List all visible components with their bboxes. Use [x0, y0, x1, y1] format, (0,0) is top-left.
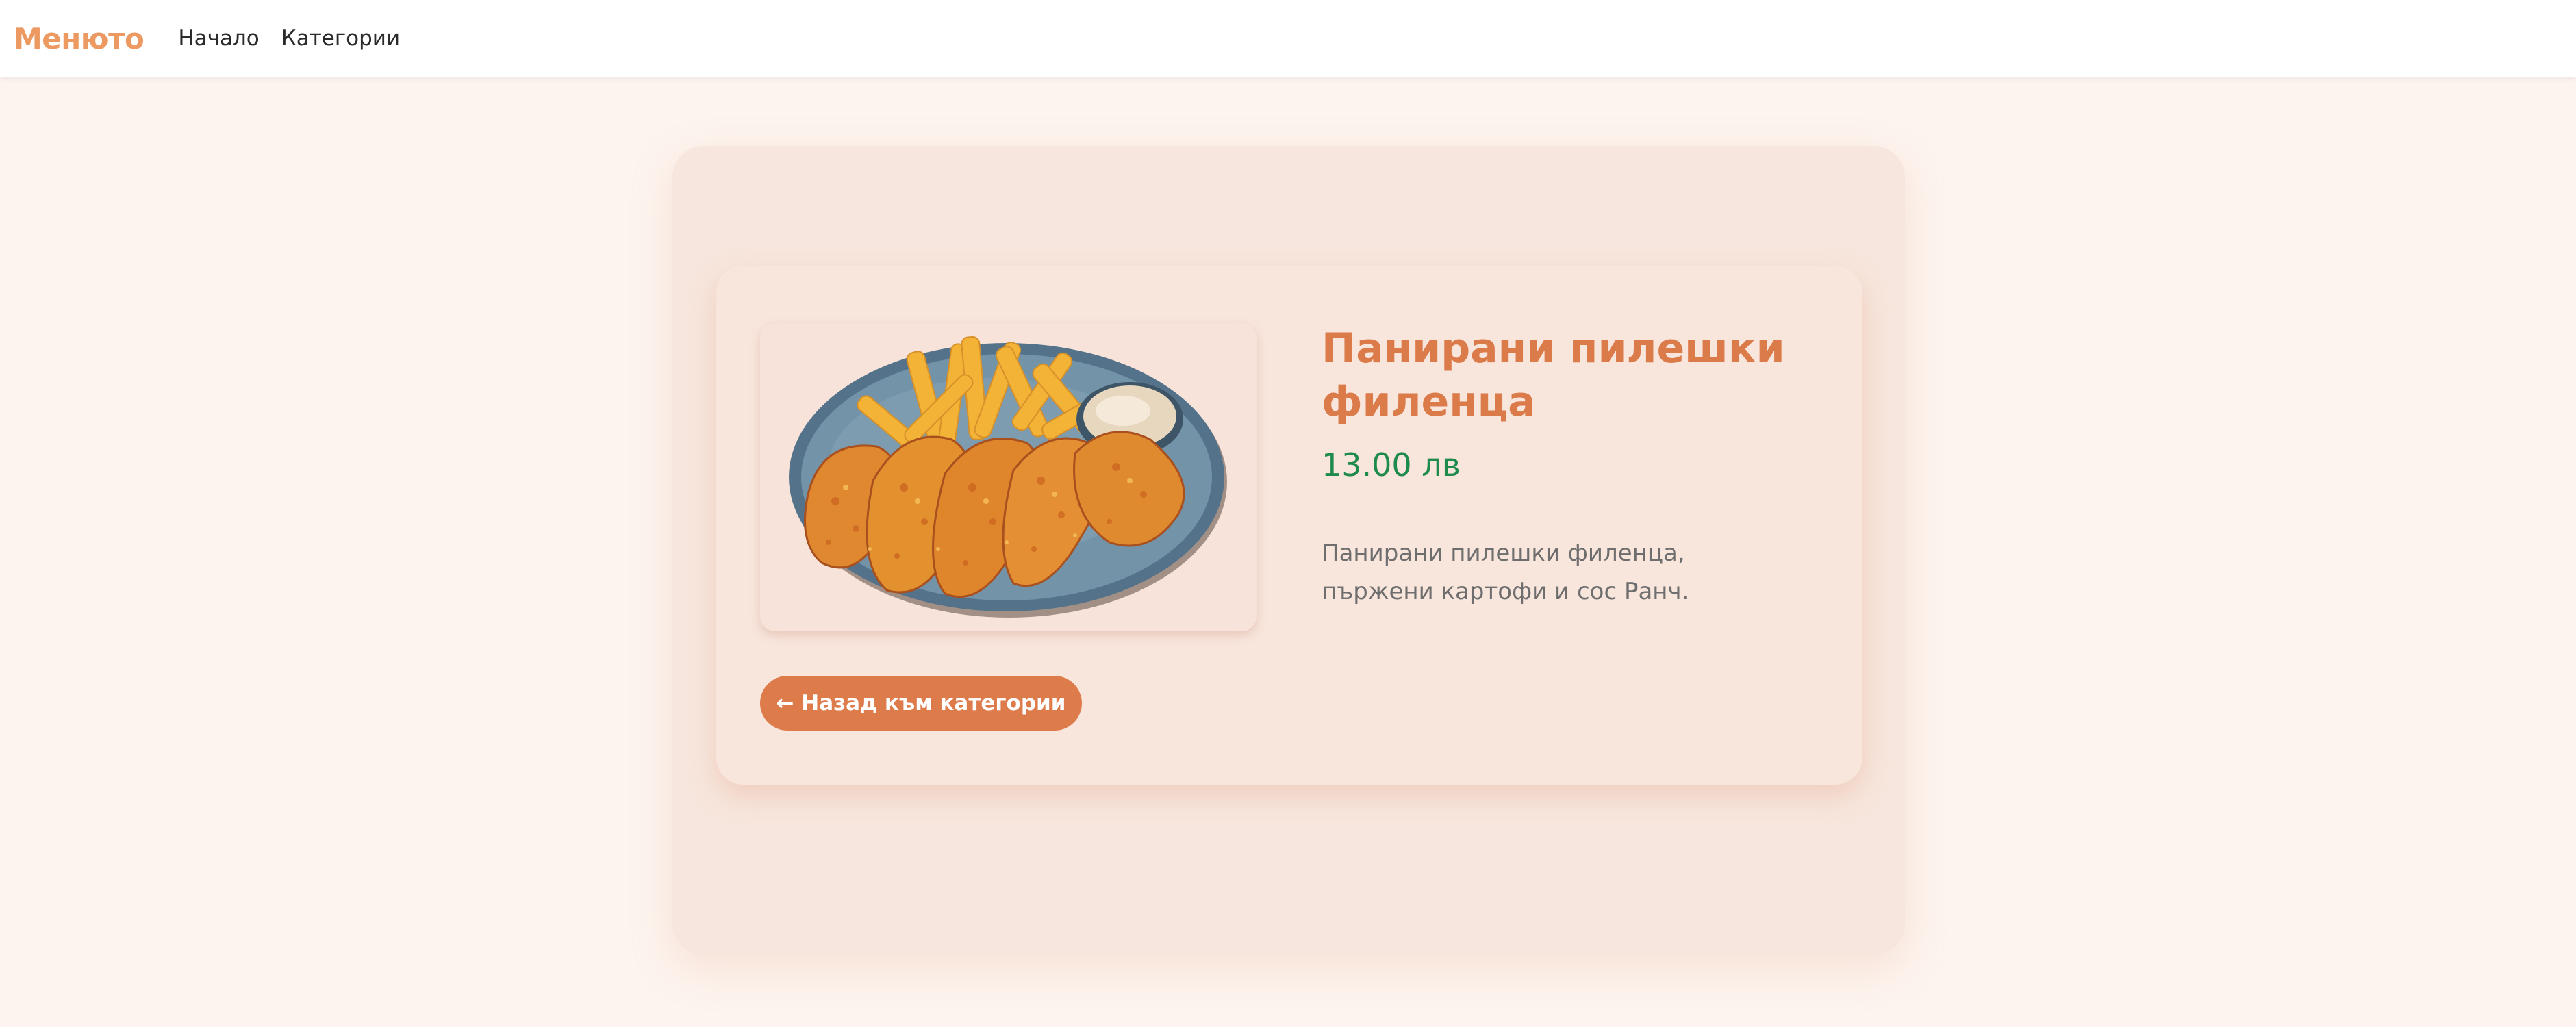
nav-link-categories[interactable]: Категории — [281, 26, 400, 51]
nav-link-home[interactable]: Начало — [178, 26, 259, 51]
product-image — [760, 323, 1257, 631]
product-title: Панирани пилешки филенца — [1322, 325, 1785, 426]
top-navbar: Менюто Начало Категории — [0, 0, 2576, 77]
product-price: 13.00 лв — [1322, 446, 1461, 483]
food-photo-icon — [789, 335, 1227, 618]
product-description: Панирани пилешки филенца, пържени картоф… — [1322, 540, 1689, 605]
brand-logo-link[interactable]: Менюто — [14, 22, 144, 55]
back-to-categories-button[interactable]: ← Назад към категории — [760, 676, 1082, 731]
